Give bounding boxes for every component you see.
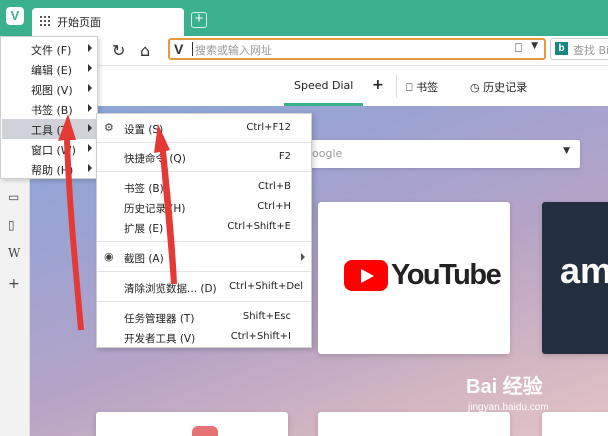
shortcut: Ctrl+Shift+Del <box>229 281 303 292</box>
search-field[interactable]: b 查找 Bi <box>550 38 608 60</box>
menu-item-capture[interactable]: ◉ 截图 (A) <box>97 247 311 267</box>
speed-dial-search-placeholder: oogle <box>312 147 343 160</box>
menu-item-label: 视图 (V) <box>31 84 73 97</box>
menu-item-label: 窗口 (W) <box>31 144 76 157</box>
menu-item-developer-tools[interactable]: 开发者工具 (V) Ctrl+Shift+I <box>97 327 311 347</box>
clock-icon: ◷ <box>470 81 480 94</box>
menu-item-settings[interactable]: ⚙ 设置 (S) Ctrl+F12 <box>97 118 311 138</box>
calendar-icon[interactable]: ▭ <box>8 190 19 204</box>
chevron-right-icon <box>301 253 305 261</box>
tab-speed-dial[interactable]: Speed Dial <box>284 66 364 106</box>
menu-item-label: 快捷命令 (Q) <box>124 153 186 165</box>
watermark-brand: Bai 经验 <box>466 376 543 398</box>
tile-label: YouTube <box>391 259 502 291</box>
menu-item-history[interactable]: 历史记录 (H) Ctrl+H <box>97 197 311 217</box>
menu-item-label: 文件 (F) <box>31 44 72 57</box>
menu-item-label: 书签 (B) <box>124 183 164 195</box>
menu-item-label: 历史记录 (H) <box>124 203 186 215</box>
baidu-watermark: Bai 经验 jingyan.baidu.com <box>466 370 606 420</box>
menu-item-task-manager[interactable]: 任务管理器 (T) Shift+Esc <box>97 307 311 327</box>
vivaldi-menu-button[interactable]: V <box>6 7 24 25</box>
tab-start-page[interactable]: 开始页面 <box>32 8 184 36</box>
shortcut: Ctrl+Shift+I <box>230 331 291 342</box>
menu-item-tools[interactable]: 工具 (T) <box>2 119 97 139</box>
shortcut: Ctrl+H <box>257 201 291 212</box>
tab-speed-dial-label: Speed Dial <box>294 79 354 92</box>
menu-item-view[interactable]: 视图 (V) <box>2 79 97 99</box>
speed-dial-header: Speed Dial + ⎕ 书签 ◷ 历史记录 <box>30 66 608 106</box>
shortcut: Shift+Esc <box>242 311 291 322</box>
shortcut: Ctrl+B <box>257 181 291 192</box>
tab-bar: V 开始页面 + <box>0 0 608 36</box>
youtube-logo-icon <box>344 260 388 291</box>
tile-logo-icon <box>192 426 218 436</box>
home-icon[interactable]: ⌂ <box>140 41 150 60</box>
notes-icon[interactable]: ▯ <box>8 218 15 232</box>
speed-dial-tile[interactable] <box>96 412 288 436</box>
menu-item-clear-data[interactable]: 清除浏览数据... (D) Ctrl+Shift+Del <box>97 277 311 297</box>
menu-item-label: 清除浏览数据... (D) <box>124 283 217 295</box>
shortcut: Ctrl+Shift+E <box>227 221 291 232</box>
bookmark-icon[interactable]: ⎕ <box>515 41 522 56</box>
menu-item-label: 任务管理器 (T) <box>124 313 195 325</box>
add-panel-icon[interactable]: + <box>8 276 20 292</box>
tab-title: 开始页面 <box>57 16 101 29</box>
main-menu: 文件 (F) 编辑 (E) 视图 (V) 书签 (B) 工具 (T) 窗口 (W… <box>0 36 98 179</box>
bookmark-icon: ⎕ <box>406 81 413 94</box>
address-bar[interactable]: V 搜索或输入网址 ⎕ ▼ <box>168 38 546 60</box>
reload-icon[interactable]: ↻ <box>112 41 125 60</box>
address-placeholder: 搜索或输入网址 <box>195 44 272 57</box>
wikipedia-icon[interactable]: W <box>8 246 20 260</box>
tab-bookmarks-label: 书签 <box>416 81 439 94</box>
tools-submenu: ⚙ 设置 (S) Ctrl+F12 快捷命令 (Q) F2 书签 (B) Ctr… <box>96 113 312 348</box>
tile-label: am <box>560 250 608 291</box>
text-caret <box>192 42 193 56</box>
menu-item-file[interactable]: 文件 (F) <box>2 39 97 59</box>
camera-icon: ◉ <box>104 250 114 263</box>
shortcut: F2 <box>278 151 291 162</box>
gear-icon: ⚙ <box>104 121 114 134</box>
tab-history-label: 历史记录 <box>483 81 528 94</box>
bing-icon: b <box>555 42 568 55</box>
chevron-down-icon[interactable]: ▼ <box>531 41 538 51</box>
menu-item-extensions[interactable]: 扩展 (E) Ctrl+Shift+E <box>97 217 311 237</box>
menu-item-label: 编辑 (E) <box>31 64 73 77</box>
speed-dial-tile-amazon[interactable]: am <box>542 202 608 354</box>
add-speed-dial-button[interactable]: + <box>372 77 384 93</box>
menu-item-label: 帮助 (H) <box>31 164 74 177</box>
menu-item-label: 工具 (T) <box>31 124 72 137</box>
speed-dial-icon <box>40 16 50 26</box>
menu-item-bookmarks[interactable]: 书签 (B) <box>2 99 97 119</box>
menu-item-label: 开发者工具 (V) <box>124 333 196 345</box>
shortcut: Ctrl+F12 <box>246 122 291 133</box>
menu-item-label: 书签 (B) <box>31 104 73 117</box>
menu-item-label: 扩展 (E) <box>124 223 164 235</box>
watermark-url: jingyan.baidu.com <box>468 402 549 413</box>
menu-item-window[interactable]: 窗口 (W) <box>2 139 97 159</box>
speed-dial-tile-youtube[interactable]: YouTube <box>318 202 510 354</box>
menu-item-quick-commands[interactable]: 快捷命令 (Q) F2 <box>97 147 311 167</box>
menu-item-edit[interactable]: 编辑 (E) <box>2 59 97 79</box>
tab-bookmarks[interactable]: ⎕ 书签 <box>406 79 438 95</box>
menu-item-help[interactable]: 帮助 (H) <box>2 159 97 179</box>
tab-history[interactable]: ◷ 历史记录 <box>470 79 527 95</box>
menu-item-label: 设置 (S) <box>124 124 164 136</box>
menu-item-label: 截图 (A) <box>124 253 164 265</box>
menu-item-bookmarks[interactable]: 书签 (B) Ctrl+B <box>97 177 311 197</box>
speed-dial-search[interactable]: oogle ▼ <box>300 140 580 168</box>
new-tab-button[interactable]: + <box>191 11 207 28</box>
search-placeholder: 查找 Bi <box>573 44 608 57</box>
site-info-icon[interactable]: V <box>174 41 183 57</box>
chevron-down-icon[interactable]: ▼ <box>563 146 570 156</box>
